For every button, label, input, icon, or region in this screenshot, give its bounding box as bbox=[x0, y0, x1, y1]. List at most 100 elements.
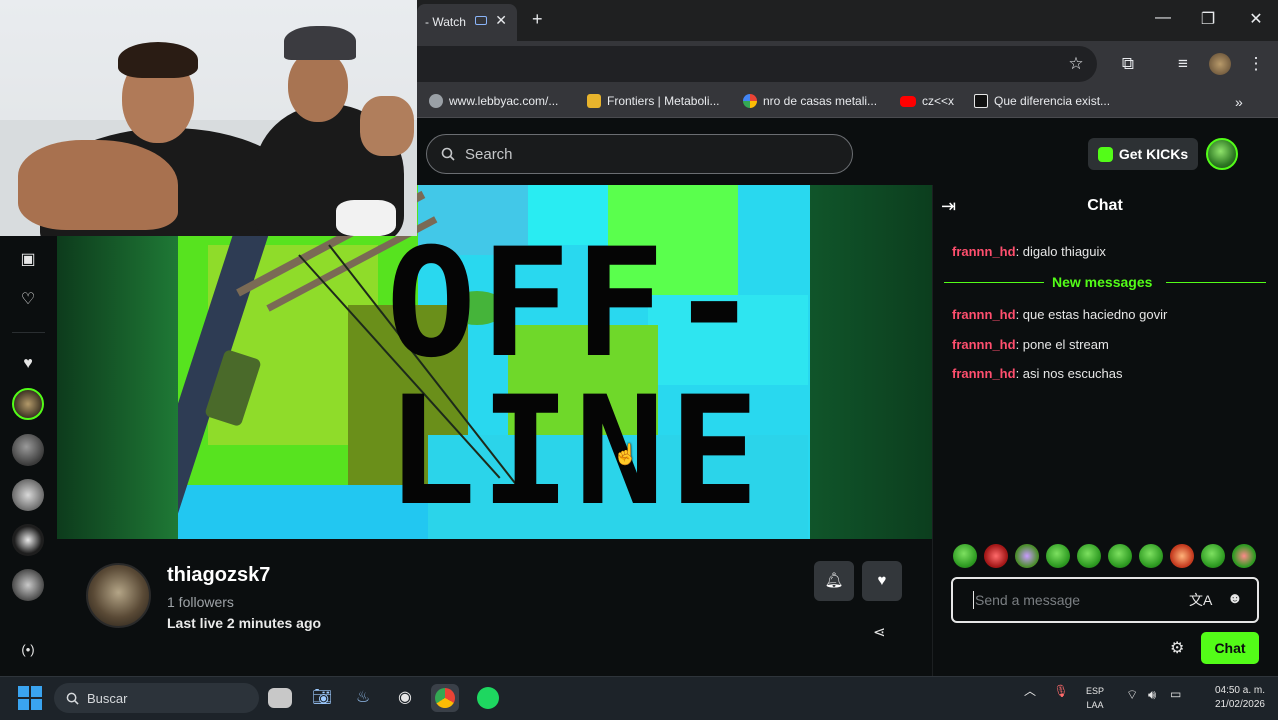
sidebar-channel-avatar-4[interactable] bbox=[12, 524, 44, 556]
youtube-icon bbox=[900, 95, 916, 107]
bookmark-1[interactable]: www.lebbyac.com/... bbox=[429, 94, 558, 108]
emote-10[interactable] bbox=[1232, 544, 1256, 568]
emote-3[interactable] bbox=[1015, 544, 1039, 568]
new-messages-divider: New messages bbox=[944, 274, 1266, 290]
address-bar[interactable] bbox=[417, 46, 1097, 82]
tray-chevron-icon[interactable]: ︿ bbox=[1024, 684, 1036, 698]
bookmark-b-icon bbox=[974, 94, 988, 108]
bookmark-2[interactable]: Frontiers | Metaboli... bbox=[587, 94, 720, 108]
camera-app-icon[interactable]: 📷︎ bbox=[308, 684, 336, 712]
media-icon bbox=[475, 16, 487, 25]
mic-icon[interactable]: 🎙︎ bbox=[1053, 684, 1068, 698]
heart-icon[interactable]: ♥ bbox=[14, 350, 42, 378]
quick-emotes-bar bbox=[953, 544, 1256, 570]
offline-banner: OFF- LINE bbox=[178, 185, 810, 539]
sidebar: ▣ ♡ ♥ (•) bbox=[0, 236, 57, 676]
live-signal-icon[interactable]: (•) bbox=[14, 636, 42, 664]
taskbar-search[interactable]: Buscar bbox=[54, 683, 259, 713]
emote-2[interactable] bbox=[984, 544, 1008, 568]
menu-icon[interactable]: ⋮ bbox=[1244, 52, 1268, 76]
bookmark-5[interactable]: Que diferencia exist... bbox=[974, 94, 1110, 108]
battery-icon[interactable]: ▭ bbox=[1170, 687, 1181, 701]
task-view-icon[interactable] bbox=[268, 688, 292, 708]
chat-username[interactable]: frannn_hd bbox=[952, 244, 1016, 259]
follow-button[interactable]: ♥ bbox=[862, 561, 902, 601]
channel-avatar[interactable] bbox=[86, 563, 151, 628]
chat-username[interactable]: frannn_hd bbox=[952, 307, 1016, 322]
chat-username[interactable]: frannn_hd bbox=[952, 366, 1016, 381]
channel-name[interactable]: thiagozsk7 bbox=[167, 564, 270, 587]
close-tab-icon[interactable]: ✕ bbox=[495, 12, 507, 29]
emoji-picker-icon[interactable]: ☻ bbox=[1227, 590, 1243, 607]
emote-4[interactable] bbox=[1046, 544, 1070, 568]
volume-icon[interactable]: 🔊︎ bbox=[1148, 687, 1156, 703]
windows-start-icon[interactable] bbox=[18, 686, 42, 710]
emote-1[interactable] bbox=[953, 544, 977, 568]
steam-icon[interactable]: ♨ bbox=[349, 684, 377, 712]
search-input[interactable]: Search bbox=[426, 134, 853, 174]
emote-8[interactable] bbox=[1170, 544, 1194, 568]
sidebar-channel-avatar-5[interactable] bbox=[12, 569, 44, 601]
notification-bell-button[interactable]: 🔔︎ bbox=[814, 561, 854, 601]
translate-icon[interactable]: 文A bbox=[1189, 590, 1212, 610]
user-avatar[interactable] bbox=[1206, 138, 1238, 170]
chat-message: frannn_hd: digalo thiaguix bbox=[952, 244, 1106, 259]
webcam-overlay bbox=[0, 0, 417, 236]
clock[interactable]: 04:50 a. m. 21/02/2026 bbox=[1197, 684, 1265, 712]
media-controls-icon[interactable]: ≡ bbox=[1171, 52, 1195, 76]
language-indicator[interactable]: ESP LAA bbox=[1086, 684, 1104, 712]
bookmark-4[interactable]: cz<<x bbox=[900, 94, 954, 108]
new-tab-button[interactable]: + bbox=[532, 9, 543, 30]
emote-6[interactable] bbox=[1108, 544, 1132, 568]
offline-text-line2: LINE bbox=[386, 365, 764, 539]
sidebar-channel-avatar-1[interactable] bbox=[12, 388, 44, 420]
system-tray[interactable]: ︿ 🎙︎ bbox=[1024, 682, 1069, 699]
last-live-status: Last live 2 minutes ago bbox=[167, 615, 322, 631]
following-icon[interactable]: ♡ bbox=[14, 286, 42, 314]
emote-5[interactable] bbox=[1077, 544, 1101, 568]
chat-message-input[interactable]: Send a message bbox=[951, 577, 1259, 623]
chat-message: frannn_hd: pone el stream bbox=[952, 337, 1109, 352]
search-icon bbox=[66, 692, 79, 705]
restore-icon[interactable]: ❐ bbox=[1198, 9, 1218, 29]
close-window-icon[interactable]: ✕ bbox=[1246, 9, 1266, 29]
emote-7[interactable] bbox=[1139, 544, 1163, 568]
bell-icon: 🔔︎ bbox=[824, 572, 844, 589]
tab-title: - Watch bbox=[425, 15, 466, 29]
share-icon[interactable]: ⋖ bbox=[873, 623, 886, 641]
chat-username[interactable]: frannn_hd bbox=[952, 337, 1016, 352]
emote-9[interactable] bbox=[1201, 544, 1225, 568]
mouse-cursor-icon: ☝ bbox=[613, 444, 638, 466]
followers-count: 1 followers bbox=[167, 594, 234, 610]
send-chat-button[interactable]: Chat bbox=[1201, 632, 1259, 664]
profile-avatar[interactable] bbox=[1209, 53, 1231, 75]
bookmarks-bar: www.lebbyac.com/... Frontiers | Metaboli… bbox=[417, 86, 1278, 118]
globe-icon bbox=[429, 94, 443, 108]
minimize-icon[interactable]: — bbox=[1153, 9, 1173, 27]
chrome-icon[interactable] bbox=[431, 684, 459, 712]
browser-tabbar bbox=[417, 0, 1278, 41]
get-kicks-button[interactable]: Get KICKs bbox=[1088, 138, 1198, 170]
settings-gear-icon[interactable]: ⚙ bbox=[1170, 638, 1184, 658]
sidebar-channel-avatar-3[interactable] bbox=[12, 479, 44, 511]
frontiers-icon bbox=[587, 94, 601, 108]
chat-input-placeholder: Send a message bbox=[975, 592, 1081, 608]
chat-message: frannn_hd: que estas haciedno govir bbox=[952, 307, 1168, 322]
kicks-icon bbox=[1097, 146, 1113, 162]
search-icon bbox=[441, 147, 455, 161]
bookmark-3[interactable]: nro de casas metali... bbox=[743, 94, 877, 108]
sidebar-divider bbox=[12, 332, 45, 333]
text-caret bbox=[973, 591, 974, 609]
browser-tab[interactable]: - Watch ✕ bbox=[417, 4, 517, 41]
heart-icon: ♥ bbox=[877, 572, 887, 589]
offline-text-line1: OFF- bbox=[386, 217, 764, 391]
sidebar-channel-avatar-2[interactable] bbox=[12, 434, 44, 466]
spotify-icon[interactable] bbox=[474, 684, 502, 712]
wifi-icon[interactable]: ⌔ bbox=[1126, 687, 1138, 703]
search-placeholder: Search bbox=[465, 145, 513, 163]
obs-icon[interactable]: ◉ bbox=[391, 684, 419, 712]
star-icon[interactable]: ☆ bbox=[1064, 52, 1088, 76]
more-bookmarks-icon[interactable]: » bbox=[1235, 94, 1243, 110]
extensions-icon[interactable]: ⧉ bbox=[1116, 52, 1140, 76]
browse-icon[interactable]: ▣ bbox=[14, 246, 42, 274]
